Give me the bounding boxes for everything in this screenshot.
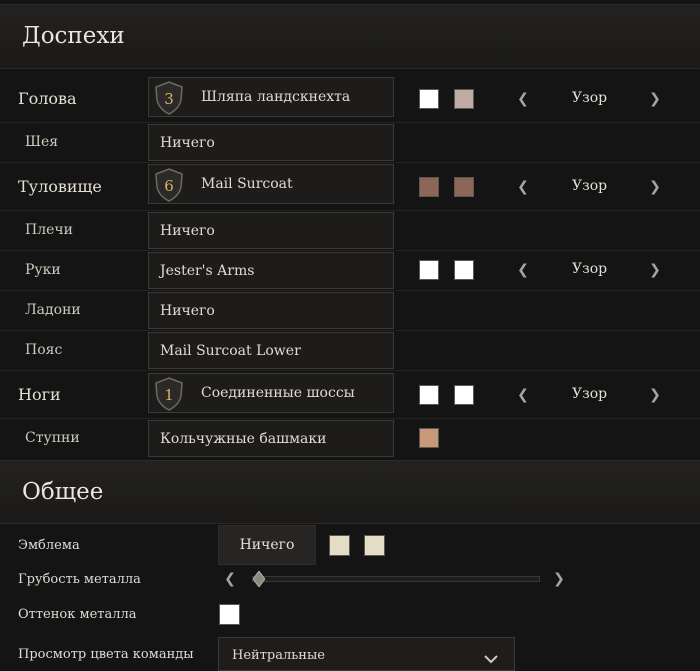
emblem-label: Эмблема (18, 538, 80, 553)
color-swatch-feet-1[interactable] (419, 428, 439, 448)
slot-row-neck: Шея Ничего (0, 122, 700, 162)
item-select-arms[interactable]: Jester's Arms (148, 252, 394, 289)
armor-section-title: Доспехи (22, 23, 125, 49)
item-select-neck[interactable]: Ничего (148, 124, 394, 161)
item-name-neck: Ничего (160, 135, 215, 151)
slot-row-head: Голова 3 Шляпа ландскнехта ❮ Узор ❯ (0, 75, 700, 121)
tier-shield-icon: 1 (154, 377, 184, 411)
slot-row-arms: Руки Jester's Arms ❮ Узор ❯ (0, 250, 700, 290)
pattern-prev-arrow-icon[interactable]: ❮ (516, 387, 530, 403)
item-select-legs[interactable]: 1 Соединенные шоссы (148, 373, 394, 413)
slot-row-shoulders: Плечи Ничего (0, 210, 700, 250)
item-name-feet: Кольчужные башмаки (160, 431, 327, 447)
slot-label-legs: Ноги (18, 385, 61, 404)
color-swatch-head-2[interactable] (454, 89, 474, 109)
chevron-down-icon (483, 650, 499, 664)
pattern-next-arrow-icon[interactable]: ❯ (648, 387, 662, 403)
item-name-torso: Mail Surcoat (201, 176, 293, 192)
item-name-hands: Ничего (160, 303, 215, 319)
tier-shield-icon: 3 (154, 81, 184, 115)
slot-label-neck: Шея (25, 134, 59, 150)
slot-row-legs: Ноги 1 Соединенные шоссы ❮ Узор ❯ (0, 371, 700, 417)
color-swatch-arms-2[interactable] (454, 260, 474, 280)
slider-increase-arrow-icon[interactable]: ❯ (552, 571, 566, 587)
emblem-value: Ничего (239, 537, 295, 553)
tier-shield-icon: 6 (154, 168, 184, 202)
svg-text:6: 6 (164, 177, 174, 195)
color-swatch-head-1[interactable] (419, 89, 439, 109)
item-select-torso[interactable]: 6 Mail Surcoat (148, 164, 394, 204)
slot-label-waist: Пояс (25, 342, 63, 358)
item-select-waist[interactable]: Mail Surcoat Lower (148, 332, 394, 369)
metal-tint-label: Оттенок металла (18, 607, 137, 622)
pattern-prev-arrow-icon[interactable]: ❮ (516, 91, 530, 107)
slot-row-torso: Туловище 6 Mail Surcoat ❮ Узор ❯ (0, 163, 700, 209)
metal-roughness-slider-track[interactable] (252, 576, 540, 582)
slider-decrease-arrow-icon[interactable]: ❮ (223, 571, 237, 587)
item-select-head[interactable]: 3 Шляпа ландскнехта (148, 77, 394, 117)
emblem-select-button[interactable]: Ничего (218, 525, 316, 565)
slot-row-hands: Ладони Ничего (0, 290, 700, 330)
pattern-label-head: Узор (572, 90, 608, 106)
pattern-label-arms: Узор (572, 261, 608, 277)
color-swatch-arms-1[interactable] (419, 260, 439, 280)
slot-label-arms: Руки (25, 262, 61, 278)
item-name-shoulders: Ничего (160, 223, 215, 239)
slot-label-torso: Туловище (18, 177, 102, 196)
svg-text:1: 1 (164, 386, 174, 404)
pattern-label-torso: Узор (572, 178, 608, 194)
color-swatch-torso-1[interactable] (419, 177, 439, 197)
team-color-preview-select[interactable]: Нейтральные (218, 637, 515, 671)
item-name-legs: Соединенные шоссы (201, 385, 355, 401)
slot-label-shoulders: Плечи (25, 222, 73, 238)
general-section-header: Общее (0, 460, 700, 524)
item-select-feet[interactable]: Кольчужные башмаки (148, 420, 394, 457)
team-color-preview-label: Просмотр цвета команды (18, 647, 194, 662)
pattern-prev-arrow-icon[interactable]: ❮ (516, 262, 530, 278)
slot-row-waist: Пояс Mail Surcoat Lower (0, 330, 700, 370)
slot-label-feet: Ступни (25, 430, 80, 446)
emblem-color-swatch-2[interactable] (364, 535, 385, 556)
item-select-shoulders[interactable]: Ничего (148, 212, 394, 249)
metal-roughness-label: Грубость металла (18, 572, 141, 587)
color-swatch-legs-1[interactable] (419, 385, 439, 405)
pattern-label-legs: Узор (572, 386, 608, 402)
item-select-hands[interactable]: Ничего (148, 292, 394, 329)
pattern-next-arrow-icon[interactable]: ❯ (648, 179, 662, 195)
slot-row-feet: Ступни Кольчужные башмаки (0, 418, 700, 458)
color-swatch-legs-2[interactable] (454, 385, 474, 405)
metal-tint-color-swatch[interactable] (219, 604, 240, 625)
armor-section-header: Доспехи (0, 4, 700, 69)
svg-text:3: 3 (164, 90, 174, 108)
pattern-prev-arrow-icon[interactable]: ❮ (516, 179, 530, 195)
emblem-color-swatch-1[interactable] (329, 535, 350, 556)
team-color-preview-value: Нейтральные (232, 648, 325, 663)
color-swatch-torso-2[interactable] (454, 177, 474, 197)
item-name-waist: Mail Surcoat Lower (160, 343, 301, 359)
item-name-head: Шляпа ландскнехта (201, 89, 351, 105)
pattern-next-arrow-icon[interactable]: ❯ (648, 91, 662, 107)
slot-label-head: Голова (18, 89, 77, 108)
item-name-arms: Jester's Arms (160, 263, 255, 279)
slot-label-hands: Ладони (25, 302, 81, 318)
metal-roughness-slider-thumb[interactable] (252, 570, 266, 588)
general-section-title: Общее (22, 479, 104, 505)
pattern-next-arrow-icon[interactable]: ❯ (648, 262, 662, 278)
